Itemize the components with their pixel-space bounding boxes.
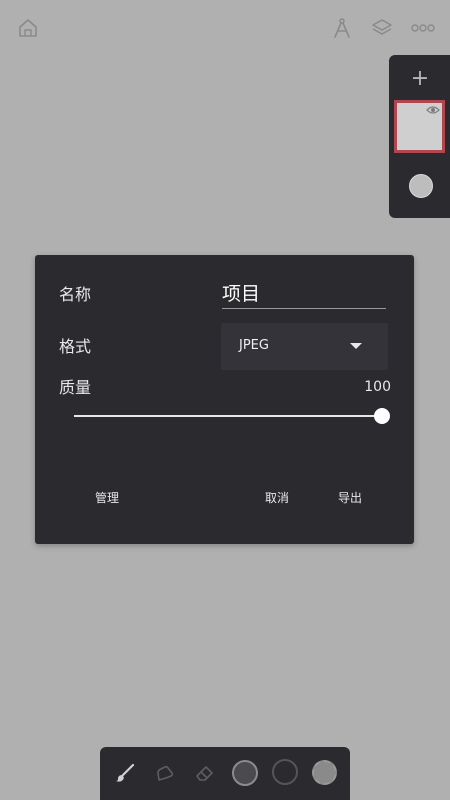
format-value: JPEG <box>239 338 269 353</box>
slider-thumb[interactable] <box>374 408 390 424</box>
quality-value: 100 <box>364 379 391 395</box>
layers-panel: + <box>389 55 450 218</box>
quality-slider[interactable] <box>74 407 390 425</box>
eye-icon[interactable] <box>426 105 440 115</box>
layer-color-swatch[interactable] <box>409 174 433 198</box>
brush-size-icon[interactable] <box>232 760 258 786</box>
export-dialog: 名称 项目 格式 JPEG 质量 100 管理 取消 导出 <box>35 255 414 544</box>
brush-icon[interactable] <box>111 759 139 787</box>
smudge-icon[interactable] <box>151 759 179 787</box>
layer-thumbnail[interactable] <box>394 100 445 153</box>
home-icon[interactable] <box>16 16 40 40</box>
eraser-icon[interactable] <box>191 759 219 787</box>
manage-button[interactable]: 管理 <box>87 487 127 509</box>
opacity-icon[interactable] <box>272 759 298 785</box>
ruler-compass-icon[interactable] <box>330 16 354 40</box>
name-label: 名称 <box>59 285 92 304</box>
bottom-toolbar <box>100 747 350 800</box>
quality-label: 质量 <box>59 378 92 397</box>
export-button[interactable]: 导出 <box>330 487 370 509</box>
more-icon[interactable] <box>410 16 436 40</box>
add-layer-button[interactable]: + <box>410 67 430 91</box>
name-field[interactable]: 项目 <box>222 282 386 309</box>
layers-icon[interactable] <box>370 16 394 40</box>
format-dropdown[interactable]: JPEG <box>221 323 388 370</box>
color-icon[interactable] <box>312 760 337 785</box>
caret-down-icon <box>350 343 362 349</box>
cancel-button[interactable]: 取消 <box>257 487 297 509</box>
slider-fill <box>74 415 382 417</box>
format-label: 格式 <box>59 337 92 356</box>
